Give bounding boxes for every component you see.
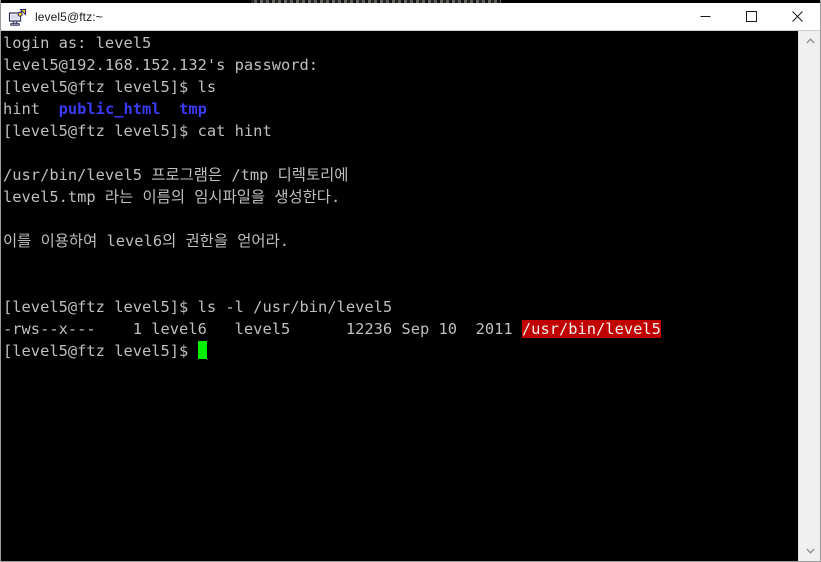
- terminal-text-dir: tmp: [179, 100, 207, 118]
- maximize-icon: [745, 11, 757, 22]
- putty-icon: [8, 7, 28, 27]
- terminal-text-default: [level5@ftz level5]$ ls: [3, 78, 217, 96]
- chevron-down-icon: [805, 548, 815, 554]
- scrollbar-thumb[interactable]: [799, 51, 820, 541]
- close-button[interactable]: [774, 3, 820, 31]
- terminal-line: [level5@ftz level5]$ ls -l /usr/bin/leve…: [3, 296, 798, 318]
- terminal-line: /usr/bin/level5 프로그램은 /tmp 디렉토리에: [3, 164, 798, 186]
- terminal-text-default: level5.tmp 라는 이름의 임시파일을 생성한다.: [3, 188, 341, 206]
- chevron-up-icon: [805, 38, 815, 44]
- close-icon: [791, 11, 803, 22]
- terminal-cursor: [197, 341, 207, 359]
- title-bar[interactable]: level5@ftz:~: [1, 3, 820, 31]
- window-title: level5@ftz:~: [35, 9, 103, 24]
- terminal-text-default: level5@192.168.152.132's password:: [3, 56, 319, 74]
- terminal-text-default: -rws--x--- 1 level6 level5 12236 Sep 10 …: [3, 320, 522, 338]
- terminal-line: [level5@ftz level5]$ ls: [3, 76, 798, 98]
- terminal-scrollbar[interactable]: [798, 31, 820, 561]
- putty-terminal-window: level5@ftz:~ login as: level5 level5@192.…: [0, 0, 821, 562]
- terminal-output: login as: level5 level5@192.168.152.132's…: [3, 32, 798, 362]
- terminal-screen[interactable]: login as: level5 level5@192.168.152.132's…: [1, 31, 798, 561]
- terminal-text-dir: public_html: [58, 100, 161, 118]
- minimize-icon: [700, 16, 710, 17]
- terminal-text-default: hint: [3, 100, 59, 118]
- terminal-line: -rws--x--- 1 level6 level5 12236 Sep 10 …: [3, 318, 798, 340]
- terminal-text-default: /usr/bin/level5 프로그램은 /tmp 디렉토리에: [3, 166, 349, 184]
- terminal-line: hint public_html tmp: [3, 98, 798, 120]
- terminal-text-setuid: /usr/bin/level5: [521, 320, 661, 338]
- terminal-text-default: 이를 이용하여 level6의 권한을 얻어라.: [3, 232, 289, 250]
- minimize-button[interactable]: [682, 3, 728, 31]
- terminal-text-default: [161, 100, 180, 118]
- terminal-text-default: login as: level5: [3, 34, 152, 52]
- terminal-line: [level5@ftz level5]$: [3, 340, 798, 362]
- terminal-line: level5.tmp 라는 이름의 임시파일을 생성한다.: [3, 186, 798, 208]
- terminal-text-default: [level5@ftz level5]$: [3, 342, 198, 360]
- scrollbar-track[interactable]: [799, 51, 820, 541]
- terminal-line: [level5@ftz level5]$ cat hint: [3, 120, 798, 142]
- terminal-line: login as: level5: [3, 32, 798, 54]
- scrollbar-down-button[interactable]: [799, 541, 820, 561]
- scrollbar-up-button[interactable]: [799, 31, 820, 51]
- terminal-text-default: [level5@ftz level5]$ ls -l /usr/bin/leve…: [3, 298, 393, 316]
- maximize-button[interactable]: [728, 3, 774, 31]
- terminal-line: level5@192.168.152.132's password:: [3, 54, 798, 76]
- terminal-text-default: [level5@ftz level5]$ cat hint: [3, 122, 272, 140]
- terminal-line: 이를 이용하여 level6의 권한을 얻어라.: [3, 230, 798, 252]
